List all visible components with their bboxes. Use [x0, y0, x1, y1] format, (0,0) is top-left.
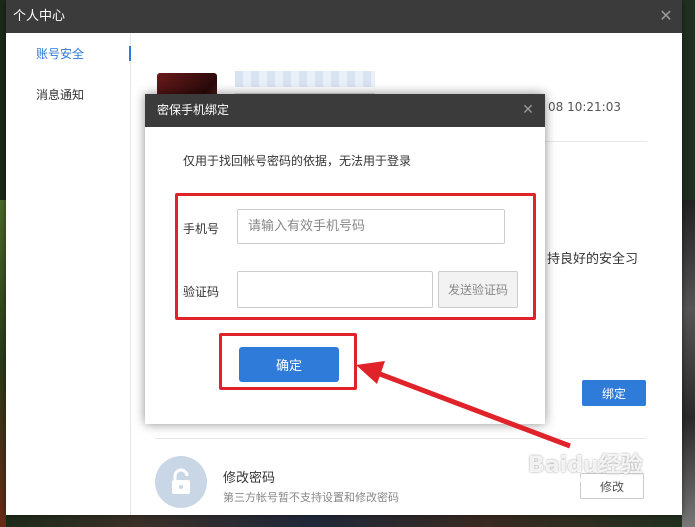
sidebar-item-account-security[interactable]: 账号安全	[6, 33, 131, 74]
change-password-title: 修改密码	[223, 471, 276, 486]
close-icon[interactable]: ✕	[521, 103, 535, 117]
background-art-right	[682, 200, 695, 527]
annotation-box-form	[175, 193, 536, 320]
change-password-description: 第三方帐号暂不支持设置和修改密码	[223, 491, 399, 504]
divider	[155, 438, 647, 439]
sidebar: 账号安全 消息通知	[6, 33, 131, 515]
username-blurred	[235, 71, 375, 87]
sidebar-item-label: 账号安全	[36, 47, 85, 61]
sidebar-item-notifications[interactable]: 消息通知	[6, 74, 130, 115]
bind-phone-button[interactable]: 绑定	[582, 380, 646, 406]
window-title: 个人中心	[13, 9, 66, 24]
annotation-box-confirm	[219, 333, 357, 390]
lock-icon	[155, 456, 207, 508]
window-titlebar: 个人中心 ✕	[6, 0, 682, 33]
close-icon[interactable]: ✕	[658, 8, 674, 24]
sidebar-item-label: 消息通知	[36, 88, 85, 102]
dialog-titlebar: 密保手机绑定 ✕	[145, 94, 545, 127]
login-time: 08 10:21:03	[548, 100, 621, 114]
dialog-note: 仅用于找回帐号密码的依据，无法用于登录	[183, 154, 412, 168]
watermark-url: jingyan.baidu.com	[545, 474, 638, 485]
security-tip: 持良好的安全习	[547, 252, 639, 267]
dialog-title: 密保手机绑定	[157, 103, 230, 117]
